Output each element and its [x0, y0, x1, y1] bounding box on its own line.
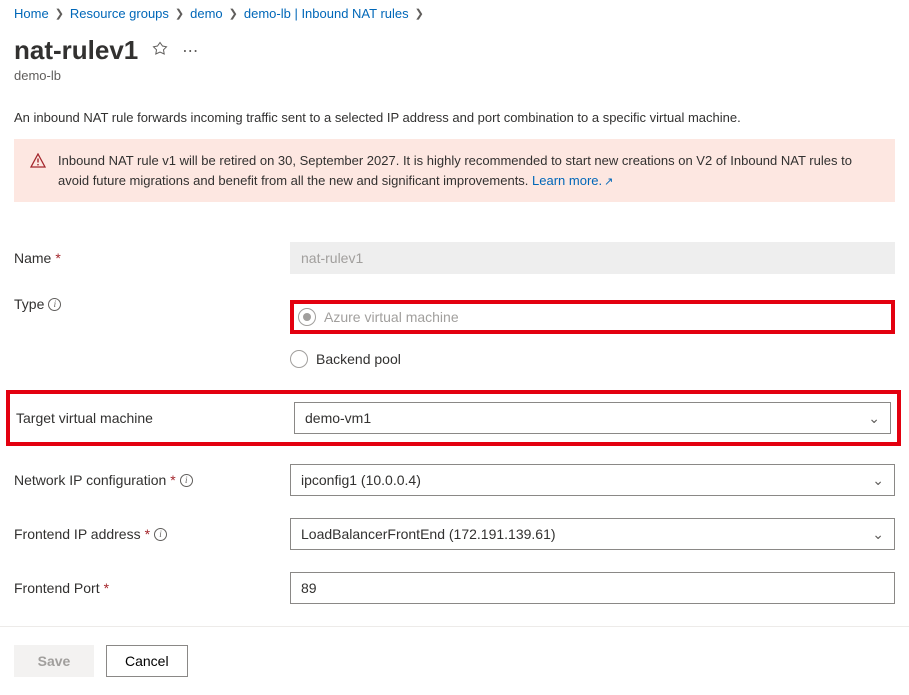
external-link-icon: ↗ [604, 176, 613, 188]
type-radio-backend-pool[interactable]: Backend pool [290, 350, 895, 368]
frontend-ip-select[interactable]: LoadBalancerFrontEnd (172.191.139.61) ⌄ [290, 518, 895, 550]
frontend-ip-label: Frontend IP address* i [14, 526, 290, 542]
save-button: Save [14, 645, 94, 677]
chevron-down-icon: ⌄ [872, 472, 884, 489]
warning-icon [30, 151, 46, 190]
breadcrumb-inbound-nat-rules[interactable]: demo-lb | Inbound NAT rules [244, 6, 409, 21]
ip-config-select[interactable]: ipconfig1 (10.0.0.4) ⌄ [290, 464, 895, 496]
chevron-down-icon: ⌄ [872, 526, 884, 543]
chevron-right-icon: ❯ [55, 7, 64, 20]
target-vm-select[interactable]: demo-vm1 ⌄ [294, 402, 891, 434]
type-radio-azure-vm[interactable]: Azure virtual machine [298, 308, 459, 326]
target-vm-label: Target virtual machine [16, 410, 294, 426]
chevron-right-icon: ❯ [175, 7, 184, 20]
type-label: Type i [14, 296, 290, 312]
cancel-button[interactable]: Cancel [106, 645, 188, 677]
more-icon[interactable]: ⋯ [182, 41, 199, 61]
info-icon[interactable]: i [180, 474, 193, 487]
chevron-down-icon: ⌄ [868, 410, 880, 427]
info-icon[interactable]: i [48, 298, 61, 311]
info-icon[interactable]: i [154, 528, 167, 541]
retirement-banner: Inbound NAT rule v1 will be retired on 3… [14, 139, 895, 202]
name-label: Name* [14, 250, 290, 266]
description-text: An inbound NAT rule forwards incoming tr… [14, 109, 895, 127]
breadcrumb: Home ❯ Resource groups ❯ demo ❯ demo-lb … [14, 0, 895, 29]
radio-selected-icon [298, 308, 316, 326]
name-input [290, 242, 895, 274]
banner-message: Inbound NAT rule v1 will be retired on 3… [58, 153, 852, 188]
breadcrumb-home[interactable]: Home [14, 6, 49, 21]
subtitle: demo-lb [14, 68, 895, 83]
breadcrumb-resource-groups[interactable]: Resource groups [70, 6, 169, 21]
pin-icon[interactable] [152, 41, 168, 60]
learn-more-link[interactable]: Learn more.↗ [532, 173, 613, 188]
breadcrumb-demo[interactable]: demo [190, 6, 223, 21]
ip-config-label: Network IP configuration* i [14, 472, 290, 488]
chevron-right-icon: ❯ [229, 7, 238, 20]
chevron-right-icon: ❯ [415, 7, 424, 20]
frontend-port-label: Frontend Port* [14, 580, 290, 596]
frontend-port-input[interactable] [290, 572, 895, 604]
footer-bar: Save Cancel [0, 626, 909, 695]
radio-unselected-icon [290, 350, 308, 368]
page-title: nat-rulev1 [14, 35, 138, 66]
